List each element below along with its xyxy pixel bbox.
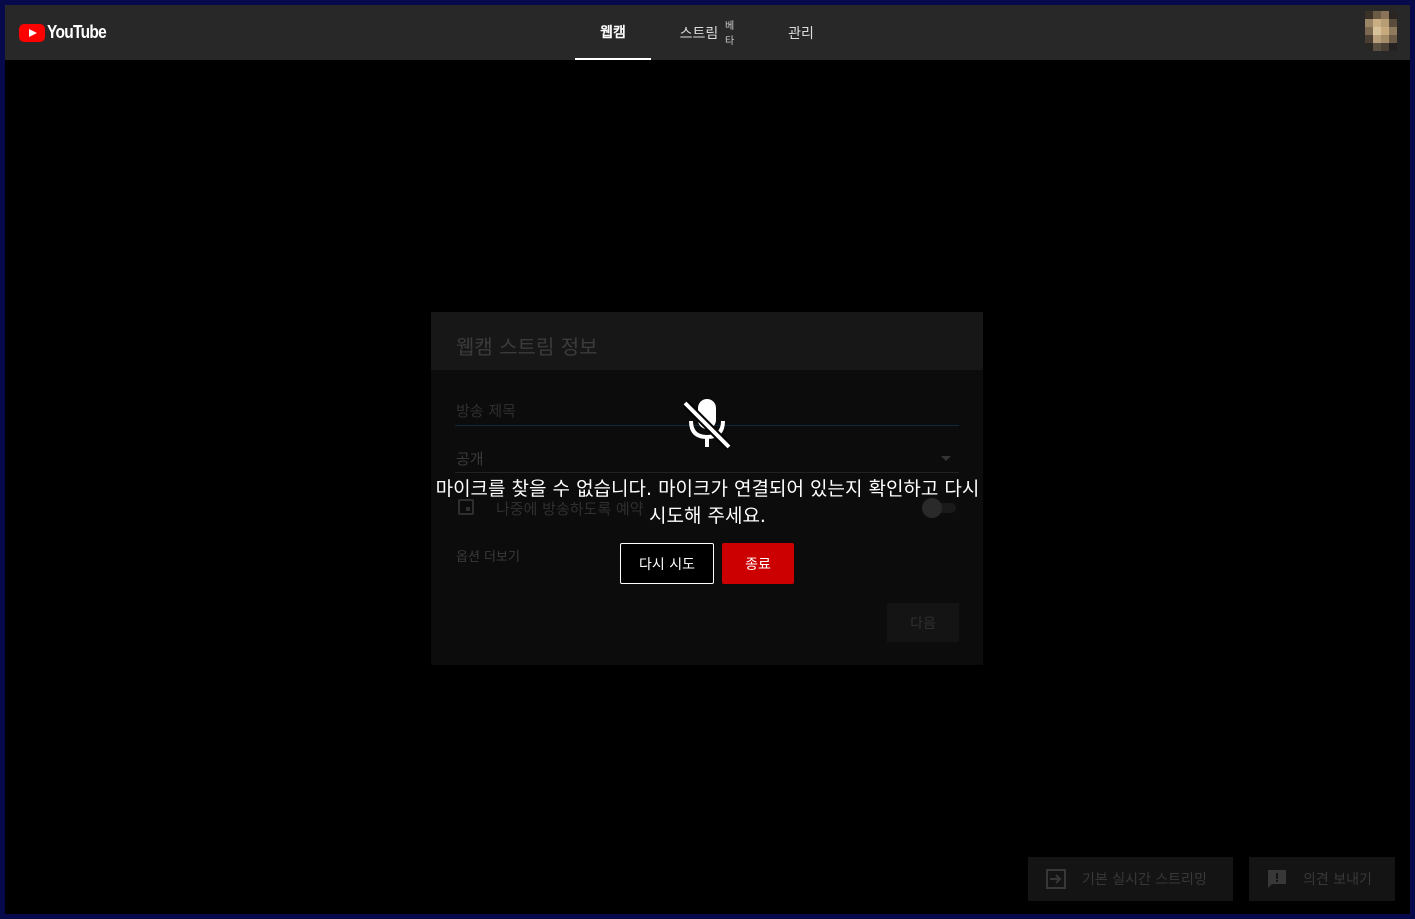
exit-to-app-icon xyxy=(1046,869,1066,889)
visibility-select[interactable]: 공개 xyxy=(456,448,484,469)
stream-title-input[interactable]: 방송 제목 xyxy=(456,400,516,421)
top-bar: YouTube 웹캠 스트림 베타 관리 xyxy=(5,5,1410,60)
card-title: 웹캠 스트림 정보 xyxy=(456,335,598,359)
tab-stream[interactable]: 스트림 베타 xyxy=(665,5,735,60)
avatar[interactable] xyxy=(1365,11,1397,51)
tab-manage[interactable]: 관리 xyxy=(779,5,823,60)
send-feedback-button[interactable]: 의견 보내기 xyxy=(1249,857,1395,901)
youtube-logo[interactable]: YouTube xyxy=(19,22,116,43)
more-options-link[interactable]: 옵션 더보기 xyxy=(456,546,520,565)
next-button-label: 다음 xyxy=(910,615,936,632)
youtube-play-icon xyxy=(19,23,45,42)
retry-button-label: 다시 시도 xyxy=(639,556,695,573)
next-button[interactable]: 다음 xyxy=(887,603,959,642)
tab-webcam[interactable]: 웹캠 xyxy=(575,5,651,60)
exit-button-label: 종료 xyxy=(745,556,771,573)
classic-live-streaming-button[interactable]: 기본 실시간 스트리밍 xyxy=(1028,857,1233,901)
feedback-icon xyxy=(1268,870,1286,888)
mic-off-icon xyxy=(682,399,732,450)
tab-manage-label: 관리 xyxy=(788,25,814,42)
beta-badge: 베타 xyxy=(725,21,735,47)
error-message: 마이크를 찾을 수 없습니다. 마이크가 연결되어 있는지 확인하고 다시 시도… xyxy=(435,478,980,527)
dropdown-arrow-icon xyxy=(941,456,951,461)
retry-button[interactable]: 다시 시도 xyxy=(620,543,714,584)
exit-button[interactable]: 종료 xyxy=(722,543,794,584)
send-feedback-label: 의견 보내기 xyxy=(1303,872,1372,888)
tab-stream-label: 스트림 xyxy=(679,25,719,42)
card-header: 웹캠 스트림 정보 xyxy=(431,312,983,370)
logo-text: YouTube xyxy=(47,22,107,42)
tab-webcam-label: 웹캠 xyxy=(600,24,626,41)
classic-live-streaming-label: 기본 실시간 스트리밍 xyxy=(1082,872,1207,888)
visibility-underline xyxy=(455,472,959,473)
